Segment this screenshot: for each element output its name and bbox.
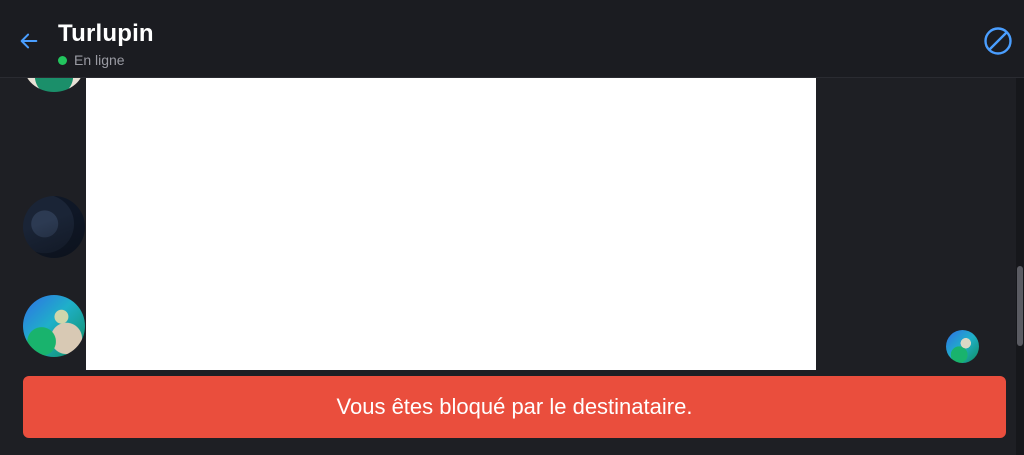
chat-header: Turlupin En ligne <box>0 0 1024 78</box>
arrow-left-icon <box>18 30 40 57</box>
scrollbar-thumb[interactable] <box>1017 266 1023 346</box>
status-text: En ligne <box>74 52 125 68</box>
scrollbar[interactable] <box>1016 78 1024 455</box>
image-message[interactable] <box>86 78 816 370</box>
block-button[interactable] <box>982 26 1014 61</box>
contact-name: Turlupin <box>58 20 154 47</box>
block-icon <box>983 26 1013 61</box>
back-button[interactable] <box>14 28 44 58</box>
presence-status: En ligne <box>58 52 125 68</box>
avatar[interactable] <box>946 330 979 363</box>
chat-window: Turlupin En ligne Vous êtes bloqué par l… <box>0 0 1024 455</box>
avatar[interactable] <box>23 196 85 258</box>
avatar[interactable] <box>23 295 85 357</box>
online-indicator-icon <box>58 55 67 65</box>
blocked-banner: Vous êtes bloqué par le destinataire. <box>23 376 1006 438</box>
